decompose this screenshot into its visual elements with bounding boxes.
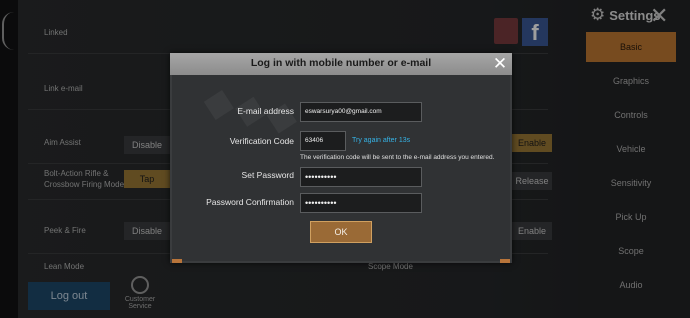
password-field[interactable]: ••••••••••: [300, 167, 422, 187]
password-confirmation-field[interactable]: ••••••••••: [300, 193, 422, 213]
dialog-header: Log in with mobile number or e-mail ✕: [170, 53, 512, 75]
verification-code-field[interactable]: 63406: [300, 131, 346, 151]
dialog-body: ◆◆◆ E-mail address eswarsurya00@gmail.co…: [172, 75, 510, 263]
email-label: E-mail address: [237, 106, 294, 116]
dialog-title: Log in with mobile number or e-mail: [250, 57, 432, 69]
ok-button[interactable]: OK: [310, 221, 372, 243]
password-confirmation-label: Password Confirmation: [206, 197, 294, 207]
verification-code-label: Verification Code: [229, 136, 294, 146]
corner-decoration-left: [172, 259, 182, 263]
password-label: Set Password: [241, 170, 294, 180]
close-icon[interactable]: ✕: [491, 54, 509, 74]
resend-code-link[interactable]: Try again after 13s: [352, 137, 410, 144]
email-field[interactable]: eswarsurya00@gmail.com: [300, 102, 422, 122]
login-dialog: Log in with mobile number or e-mail ✕ ◆◆…: [170, 53, 512, 263]
verification-note: The verification code will be sent to th…: [300, 154, 495, 161]
corner-decoration-right: [500, 259, 510, 263]
